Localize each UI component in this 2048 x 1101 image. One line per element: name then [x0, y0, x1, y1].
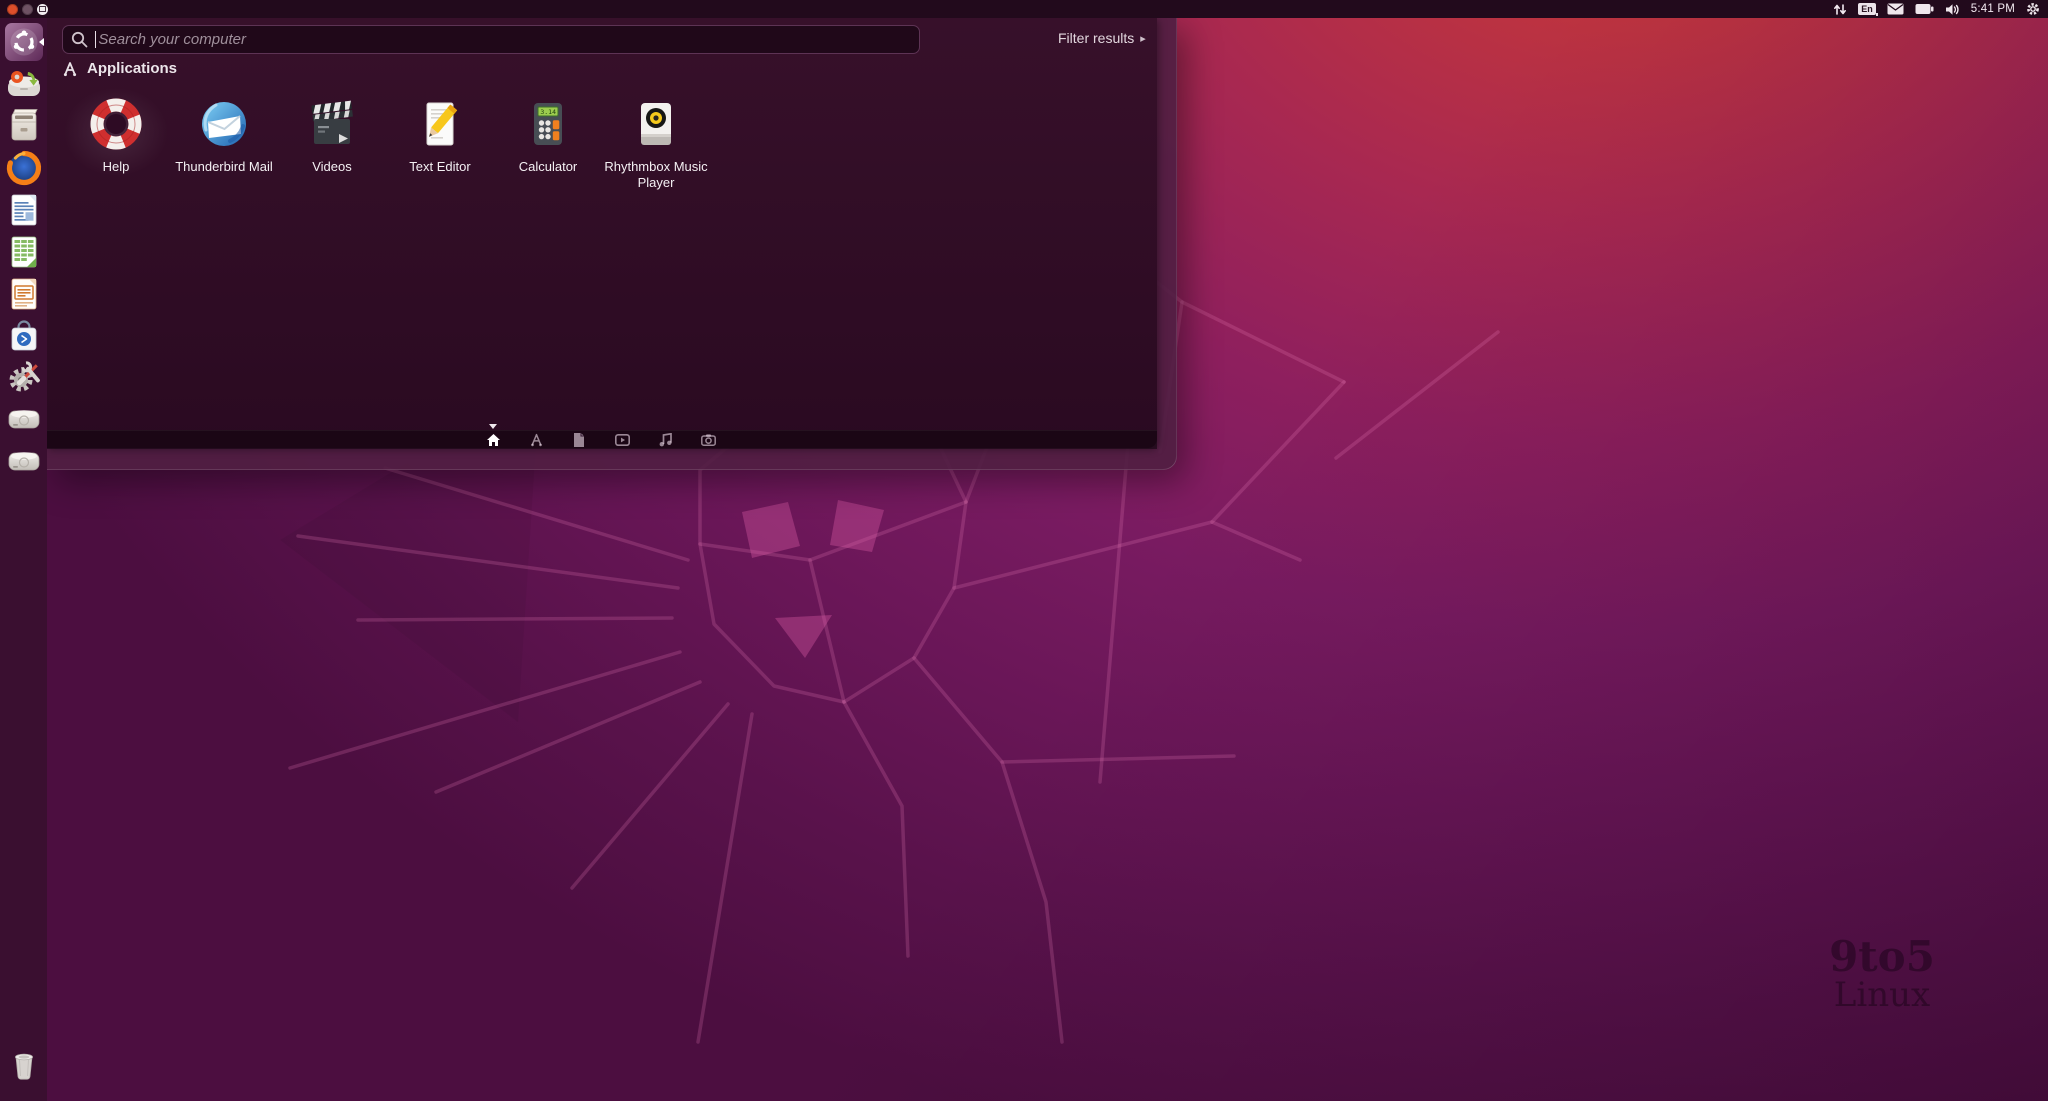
system-tray: En 5:41 PM: [1833, 2, 2048, 16]
dash-body: Filter results ▸ Applications: [47, 18, 1157, 448]
mail-icon[interactable]: [1887, 3, 1904, 15]
help-lifebuoy-icon: [88, 96, 144, 152]
photos-lens-icon[interactable]: [698, 432, 718, 448]
rhythmbox-speaker-icon: [628, 96, 684, 152]
text-cursor: [95, 31, 96, 48]
battery-icon[interactable]: [1915, 3, 1934, 15]
volume-icon[interactable]: [1945, 3, 1960, 16]
thunderbird-icon: [196, 96, 252, 152]
lens-bar: [47, 430, 1157, 449]
home-lens-icon[interactable]: [483, 432, 503, 448]
app-label: Videos: [312, 159, 352, 175]
calculator-display: 3.14: [540, 108, 556, 116]
filter-results-button[interactable]: Filter results ▸: [1058, 30, 1146, 46]
section-title: Applications: [87, 60, 177, 77]
libreoffice-writer-icon: [4, 190, 44, 230]
search-icon: [71, 31, 88, 48]
app-tile-help[interactable]: Help: [62, 96, 170, 192]
search-input[interactable]: [98, 31, 911, 48]
libreoffice-impress-icon: [4, 274, 44, 314]
sidebar-item-disk-2[interactable]: [3, 442, 44, 482]
disk-drive-icon: [4, 400, 44, 440]
app-tile-text-editor[interactable]: Text Editor: [386, 96, 494, 192]
active-lens-caret: [489, 424, 497, 429]
settings-tools-icon: [4, 358, 44, 398]
clock[interactable]: 5:41 PM: [1971, 3, 2015, 15]
files-lens-icon[interactable]: [569, 432, 589, 448]
watermark: 9to5 Linux: [1812, 936, 1952, 1012]
app-label: Rhythmbox Music Player: [603, 159, 709, 192]
software-bag-icon: [4, 316, 44, 356]
libreoffice-calc-icon: [4, 232, 44, 272]
sidebar-item-disk-1[interactable]: [3, 400, 44, 440]
session-gear-icon[interactable]: [2026, 2, 2040, 16]
sidebar-item-libreoffice-impress[interactable]: [3, 274, 44, 314]
trash-icon: [4, 1047, 44, 1087]
filter-results-label: Filter results: [1058, 30, 1134, 46]
desktop: 9to5 Linux En: [0, 0, 2048, 1101]
applications-section-header: Applications: [62, 60, 177, 77]
app-label: Thunderbird Mail: [175, 159, 273, 175]
sidebar-item-firefox[interactable]: [3, 148, 44, 188]
app-tile-thunderbird[interactable]: Thunderbird Mail: [170, 96, 278, 192]
top-panel: En 5:41 PM: [0, 0, 2048, 18]
ubuntu-dash-icon: [4, 22, 44, 62]
maximize-button[interactable]: [37, 4, 48, 15]
app-tile-videos[interactable]: Videos: [278, 96, 386, 192]
sidebar-item-files[interactable]: [3, 106, 44, 146]
firefox-icon: [4, 148, 44, 188]
app-tile-calculator[interactable]: 3.14 Calculator: [494, 96, 602, 192]
file-cabinet-icon: [4, 106, 44, 146]
applications-lens-icon[interactable]: [526, 432, 546, 448]
app-tile-rhythmbox[interactable]: Rhythmbox Music Player: [602, 96, 710, 192]
sidebar-item-install-ubuntu[interactable]: [3, 64, 44, 104]
focused-app-arrow: [39, 38, 44, 46]
app-label: Calculator: [519, 159, 578, 175]
chevron-right-icon: ▸: [1140, 32, 1146, 45]
music-lens-icon[interactable]: [655, 432, 675, 448]
app-label: Text Editor: [409, 159, 470, 175]
sidebar-item-ubuntu-dash[interactable]: [3, 22, 44, 62]
videos-clapperboard-icon: [304, 96, 360, 152]
watermark-line1: 9to5: [1812, 936, 1952, 978]
disk-drive-icon: [4, 442, 44, 482]
videos-lens-icon[interactable]: [612, 432, 632, 448]
watermark-line2: Linux: [1812, 978, 1952, 1012]
sidebar-item-ubuntu-software[interactable]: [3, 316, 44, 356]
close-button[interactable]: [7, 4, 18, 15]
applications-grid: Help: [62, 96, 710, 192]
dash-overlay: Filter results ▸ Applications: [47, 18, 1177, 470]
applications-lens-icon: [62, 61, 78, 77]
sidebar-item-libreoffice-calc[interactable]: [3, 232, 44, 272]
sidebar-item-libreoffice-writer[interactable]: [3, 190, 44, 230]
keyboard-layout-indicator[interactable]: En: [1858, 3, 1876, 15]
network-activity-icon[interactable]: [1833, 3, 1847, 16]
install-ubuntu-icon: [4, 64, 44, 104]
launcher: [0, 18, 47, 1101]
sidebar-item-trash[interactable]: [3, 1047, 44, 1087]
search-bar[interactable]: [62, 25, 920, 54]
calculator-icon: 3.14: [520, 96, 576, 152]
window-controls: [0, 4, 48, 15]
keyboard-layout-label: En: [1861, 4, 1873, 14]
sidebar-item-system-settings[interactable]: [3, 358, 44, 398]
minimize-button[interactable]: [22, 4, 33, 15]
text-editor-icon: [412, 96, 468, 152]
